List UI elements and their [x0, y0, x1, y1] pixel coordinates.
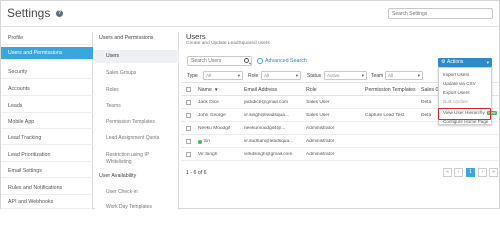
user-name[interactable]: Neeku Moudgil [198, 126, 240, 131]
menu-item-import-users[interactable]: Import Users [443, 72, 469, 77]
sub-nav-item-lead-assignment-quota[interactable]: Lead Assignment Quota [95, 135, 179, 141]
filter-role-label: Role [248, 73, 259, 79]
nav-item-mobile-app[interactable]: Mobile App [1, 116, 93, 129]
next-page-button[interactable]: › [478, 168, 487, 177]
last-page-button[interactable]: » [489, 168, 498, 177]
nav-item-users-and-permissions[interactable]: Users and Permissions [1, 47, 93, 60]
nav-item-accounts[interactable]: Accounts [1, 83, 93, 96]
user-name[interactable]: Jack Dice [198, 100, 240, 105]
help-icon[interactable]: ? [56, 10, 63, 17]
user-role: Sales User [306, 113, 330, 118]
filter-type-select[interactable]: All ▾ [203, 71, 243, 80]
filter-role-value: All [264, 73, 270, 78]
page-title: Settings [7, 6, 51, 20]
online-status-icon [198, 140, 202, 144]
filter-role-select[interactable]: All ▾ [261, 71, 301, 80]
filter-type-label: Type [187, 73, 198, 79]
chevron-down-icon: ▾ [295, 73, 298, 78]
row-checkbox[interactable] [186, 100, 191, 105]
user-name[interactable]: John George [198, 113, 240, 118]
chevron-down-icon: ▾ [486, 60, 489, 65]
user-name[interactable]: Vir Singh [198, 152, 240, 157]
nav-item-security[interactable]: Security [1, 66, 93, 79]
advanced-search-link[interactable]: Advanced Search [265, 58, 307, 64]
pagination-count: 1 - 6 of 6 [186, 170, 207, 176]
menu-item-bulk-update[interactable]: Bulk Update [443, 99, 468, 104]
sub-nav-section-user-availability: User Availability [99, 173, 137, 179]
filter-status-value: Active [327, 73, 340, 78]
sub-nav-item-work-day-templates[interactable]: Work Day Templates [95, 204, 179, 210]
row-checkbox[interactable] [186, 152, 191, 157]
sub-nav-item-permission-templates[interactable]: Permission Templates [95, 119, 179, 125]
menu-item-export-users[interactable]: Export Users [443, 90, 470, 95]
col-role[interactable]: Role [306, 87, 317, 93]
sub-nav-item-roles[interactable]: Roles [95, 87, 179, 93]
current-page-button[interactable]: 1 [466, 168, 475, 177]
row-checkbox[interactable] [186, 126, 191, 131]
search-settings-input[interactable] [388, 8, 493, 19]
actions-button[interactable]: ⚙ Actions ▾ [438, 58, 492, 67]
nav-item-lead-tracking[interactable]: Lead Tracking [1, 132, 93, 145]
table-row[interactable]: Vir Singh virkdsingh@gmail.com Administr… [181, 149, 499, 161]
filter-team-label: Team [371, 73, 384, 79]
nav-item-leads[interactable]: Leads [1, 100, 93, 113]
col-name[interactable]: Name [198, 87, 212, 93]
sub-nav-item-sales-groups[interactable]: Sales Groups [95, 70, 179, 76]
nav-item-lead-prioritization[interactable]: Lead Prioritization [1, 149, 93, 162]
user-role: Administrator [306, 126, 335, 131]
first-page-button[interactable]: « [443, 168, 452, 177]
menu-item-update-via-csv[interactable]: Update via CSV [443, 81, 476, 86]
filter-type-value: All [206, 73, 212, 78]
user-email: jackdice@gmail.com [244, 100, 289, 105]
sub-nav-section-users-and-permissions: Users and Permissions [99, 35, 154, 41]
user-role: Administrator [306, 139, 335, 144]
user-email: vr.sudhan@leadsqua... [244, 139, 294, 144]
nav-item-profile[interactable]: Profile [1, 32, 93, 45]
sort-icon[interactable]: ▼ [214, 87, 218, 92]
filter-team-value: All [388, 73, 394, 78]
advanced-search-icon[interactable] [257, 58, 263, 64]
search-users-input[interactable] [187, 56, 252, 66]
user-sales-group: Defa [421, 100, 432, 105]
left-nav: Profile Users and Permissions Security A… [1, 32, 93, 210]
user-name[interactable]: Sri [204, 139, 240, 144]
chevron-down-icon: ▾ [361, 73, 364, 78]
chevron-down-icon: ▾ [417, 73, 420, 78]
table-row[interactable]: Sri vr.sudhan@leadsqua... Administrator [181, 136, 499, 148]
nav-item-rules-and-notifications[interactable]: Rules and Notifications [1, 182, 93, 195]
row-checkbox[interactable] [186, 113, 191, 118]
user-email: virkdsingh@gmail.com [244, 152, 293, 157]
search-icon[interactable] [244, 58, 249, 63]
sub-nav-item-restriction-ip[interactable]: Restriction using IP [95, 152, 179, 158]
user-permission-template: Capture Lead Test [365, 113, 405, 118]
prev-page-button[interactable]: ‹ [454, 168, 463, 177]
top-bar: Settings ? [1, 1, 499, 27]
sub-nav-item-teams[interactable]: Teams [95, 103, 179, 109]
filter-team-select[interactable]: All ▾ [385, 71, 423, 80]
user-role: Administrator [306, 152, 335, 157]
col-email[interactable]: Email Address [244, 87, 277, 93]
nav-item-api-and-webhooks[interactable]: API and Webhooks [1, 196, 93, 209]
filter-status-label: Status [307, 73, 322, 79]
user-email: vr.singh@leadsqua... [244, 113, 289, 118]
settings-app: Settings ? Profile Users and Permissions… [0, 0, 500, 210]
sub-nav-item-user-check-in[interactable]: User Check-in [95, 189, 179, 195]
row-checkbox[interactable] [186, 139, 191, 144]
actions-label: Actions [447, 59, 464, 65]
chevron-down-icon: ▾ [237, 73, 240, 78]
filter-status-select[interactable]: Active ▾ [324, 71, 367, 80]
users-heading: Users [186, 32, 206, 41]
sub-nav-item-whitelisting[interactable]: Whitelisting [95, 159, 179, 165]
col-permission-templates[interactable]: Permission Templates [365, 87, 416, 93]
user-role: Sales User [306, 100, 330, 105]
sub-nav: Users and Permissions Users Sales Groups… [95, 32, 179, 210]
highlight-box [438, 108, 491, 120]
sub-nav-item-users[interactable]: Users [95, 50, 179, 63]
user-sales-group: Defa [421, 113, 432, 118]
user-email: neekumoudgil4@... [244, 126, 286, 131]
gear-icon: ⚙ [441, 59, 446, 65]
select-all-checkbox[interactable] [186, 87, 191, 92]
nav-item-email-settings[interactable]: Email Settings [1, 165, 93, 178]
users-description: Create and Update LeadSquared users [186, 41, 270, 46]
